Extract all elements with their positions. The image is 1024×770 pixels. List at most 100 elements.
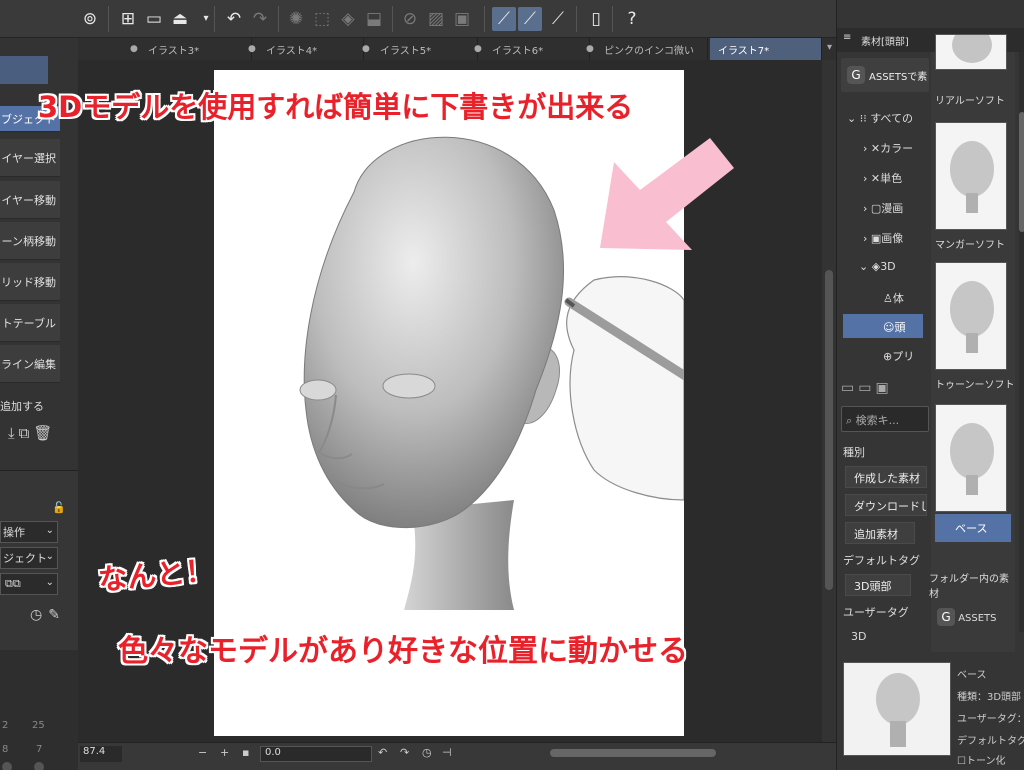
tree-mono[interactable]: › ✕単色: [863, 170, 902, 186]
snap-ruler-icon[interactable]: ⟋: [492, 7, 516, 31]
undo-icon[interactable]: ↶: [222, 7, 246, 31]
fit-icon[interactable]: ▪: [242, 746, 249, 759]
tab-illust4[interactable]: ● イラスト4*: [248, 38, 364, 60]
fill-icon[interactable]: ◈: [336, 7, 360, 31]
grid-dot[interactable]: [2, 762, 12, 770]
app-logo-icon[interactable]: ⊚: [78, 7, 102, 31]
tab-illust6[interactable]: ● イラスト6*: [474, 38, 590, 60]
subtool-line-edit[interactable]: ライン編集: [0, 345, 60, 383]
category-downloaded[interactable]: ダウンロードし: [845, 494, 927, 516]
close-icon[interactable]: ●: [248, 44, 256, 54]
scrollbar-thumb[interactable]: [825, 270, 833, 590]
category-added[interactable]: 追加素材: [845, 522, 915, 544]
reset-rotation-icon[interactable]: ◷: [422, 746, 432, 759]
redo-icon[interactable]: ↷: [248, 7, 272, 31]
toon-checkbox[interactable]: ☐トーン化: [957, 752, 1005, 767]
thumbnail-manga[interactable]: [935, 122, 1007, 230]
deselect-icon[interactable]: ⊘: [398, 7, 422, 31]
toolbar-divider: [214, 6, 215, 32]
layer-dropdown[interactable]: ⧉⧉ ⌄: [0, 573, 58, 595]
tree-prop[interactable]: ⊕プリ: [883, 348, 914, 364]
horizontal-scrollbar[interactable]: [550, 749, 716, 757]
subtool-tone-move[interactable]: ーン柄移動: [0, 222, 60, 260]
tree-3d[interactable]: ⌄ ◈3D: [859, 260, 896, 273]
image-icon[interactable]: ▣: [875, 380, 892, 396]
add-subtool-link[interactable]: 追加する: [0, 398, 44, 414]
toolbar-divider: [576, 6, 577, 32]
wrench-icon[interactable]: ✎: [48, 607, 66, 623]
invert-selection-icon[interactable]: ▨: [424, 7, 448, 31]
material-scrollbar[interactable]: [1019, 52, 1024, 632]
panel-header: [0, 56, 48, 84]
close-icon[interactable]: ●: [586, 44, 594, 54]
assets-button[interactable]: G ASSETSで素: [841, 58, 929, 92]
transform-icon[interactable]: ⬚: [310, 7, 334, 31]
zoom-field[interactable]: 87.4: [80, 746, 122, 762]
zoom-out-button[interactable]: −: [198, 746, 207, 759]
tree-all[interactable]: ⌄ ⁝⁝ すべての: [847, 110, 913, 126]
import-icon[interactable]: ⤓: [8, 424, 19, 442]
menu-icon[interactable]: ≡: [843, 32, 851, 43]
lock-icon[interactable]: 🔓: [52, 501, 66, 514]
category-created[interactable]: 作成した素材: [845, 466, 927, 488]
grid-dot[interactable]: [34, 762, 44, 770]
trash-icon[interactable]: 🗑: [33, 424, 56, 442]
tree-label: プリ: [892, 350, 915, 363]
thumbnail-selected-label[interactable]: ベース: [935, 514, 1011, 542]
tag-3d-head[interactable]: 3D頭部: [845, 574, 911, 596]
tree-manga[interactable]: › ▢漫画: [863, 200, 903, 216]
tag-3d[interactable]: 3D: [851, 630, 866, 643]
folder-icon[interactable]: ▭: [841, 380, 858, 396]
tab-pink-parakeet[interactable]: ● ピンクのインコ微い: [586, 38, 708, 60]
subtool-light-table[interactable]: イトテーブル: [0, 304, 60, 342]
subtool-layer-move[interactable]: イヤー移動: [0, 181, 60, 219]
subtool-layer-select[interactable]: イヤー選択: [0, 139, 60, 177]
thumbnail-toon[interactable]: [935, 262, 1007, 370]
thumbnail-base[interactable]: [935, 404, 1007, 512]
new-folder-icon[interactable]: ▭: [858, 380, 875, 396]
operation-dropdown[interactable]: 操作 ⌄: [0, 521, 58, 543]
tab-label: イラスト5*: [380, 45, 432, 57]
tree-color[interactable]: › ✕カラー: [863, 140, 913, 156]
select-icon[interactable]: ▣: [450, 7, 474, 31]
close-icon[interactable]: ●: [130, 44, 138, 54]
object-dropdown[interactable]: ジェクト ⌄: [0, 547, 58, 569]
save-icon[interactable]: ⏏: [168, 7, 192, 31]
crop-icon[interactable]: ⬓: [362, 7, 386, 31]
search-input[interactable]: ⌕ 検索キ...: [841, 406, 929, 432]
rotation-field[interactable]: 0.0: [260, 746, 372, 762]
snap-grid-icon[interactable]: ⟋: [546, 7, 570, 31]
snap-special-ruler-icon[interactable]: ⟋: [518, 7, 542, 31]
scrollbar-thumb[interactable]: [1019, 112, 1024, 232]
tree-head[interactable]: ☺頭: [843, 314, 923, 338]
tree-label: カラー: [880, 142, 914, 155]
duplicate-icon[interactable]: ⧉: [19, 424, 34, 442]
tab-illust3[interactable]: ● イラスト3*: [130, 38, 252, 60]
sparkle-icon[interactable]: ✺: [284, 7, 308, 31]
zoom-in-button[interactable]: +: [220, 746, 229, 759]
subtool-grid-move[interactable]: リッド移動: [0, 263, 60, 301]
new-file-icon[interactable]: ⊞: [116, 7, 140, 31]
assets-bottom-link[interactable]: G ASSETS: [937, 608, 1017, 626]
vertical-scrollbar[interactable]: [822, 60, 836, 742]
rotate-left-icon[interactable]: ↶: [378, 746, 387, 759]
help-icon[interactable]: ?: [620, 7, 644, 31]
tab-illust7[interactable]: イラスト7*: [710, 38, 822, 60]
status-bar: 87.4 − + ▪ 0.0 ↶ ↷ ◷ ⊣: [78, 742, 836, 770]
chevron-down-icon: ⌄ ◈: [859, 260, 881, 273]
tree-body[interactable]: ♙体: [883, 290, 904, 306]
tab-overflow-icon[interactable]: ▾: [827, 42, 832, 53]
flip-icon[interactable]: ⊣: [442, 746, 452, 759]
tree-image[interactable]: › ▣画像: [863, 230, 903, 246]
close-icon[interactable]: ●: [474, 44, 482, 54]
smartphone-icon[interactable]: ▯: [584, 7, 608, 31]
tab-illust5[interactable]: ● イラスト5*: [362, 38, 478, 60]
search-placeholder: 検索キ...: [855, 414, 900, 427]
close-icon[interactable]: ●: [362, 44, 370, 54]
chevron-right-icon: › ▣: [863, 232, 882, 245]
thumbnail-real[interactable]: [935, 34, 1007, 70]
clock-icon[interactable]: ◷: [30, 607, 48, 623]
rotate-right-icon[interactable]: ↷: [400, 746, 409, 759]
main-toolbar: ⊚ ⊞ ▭ ⏏ ▾ ↶ ↷ ✺ ⬚ ◈ ⬓ ⊘ ▨ ▣ ⟋ ⟋ ⟋ ▯ ?: [0, 0, 836, 38]
open-folder-icon[interactable]: ▭: [142, 7, 166, 31]
